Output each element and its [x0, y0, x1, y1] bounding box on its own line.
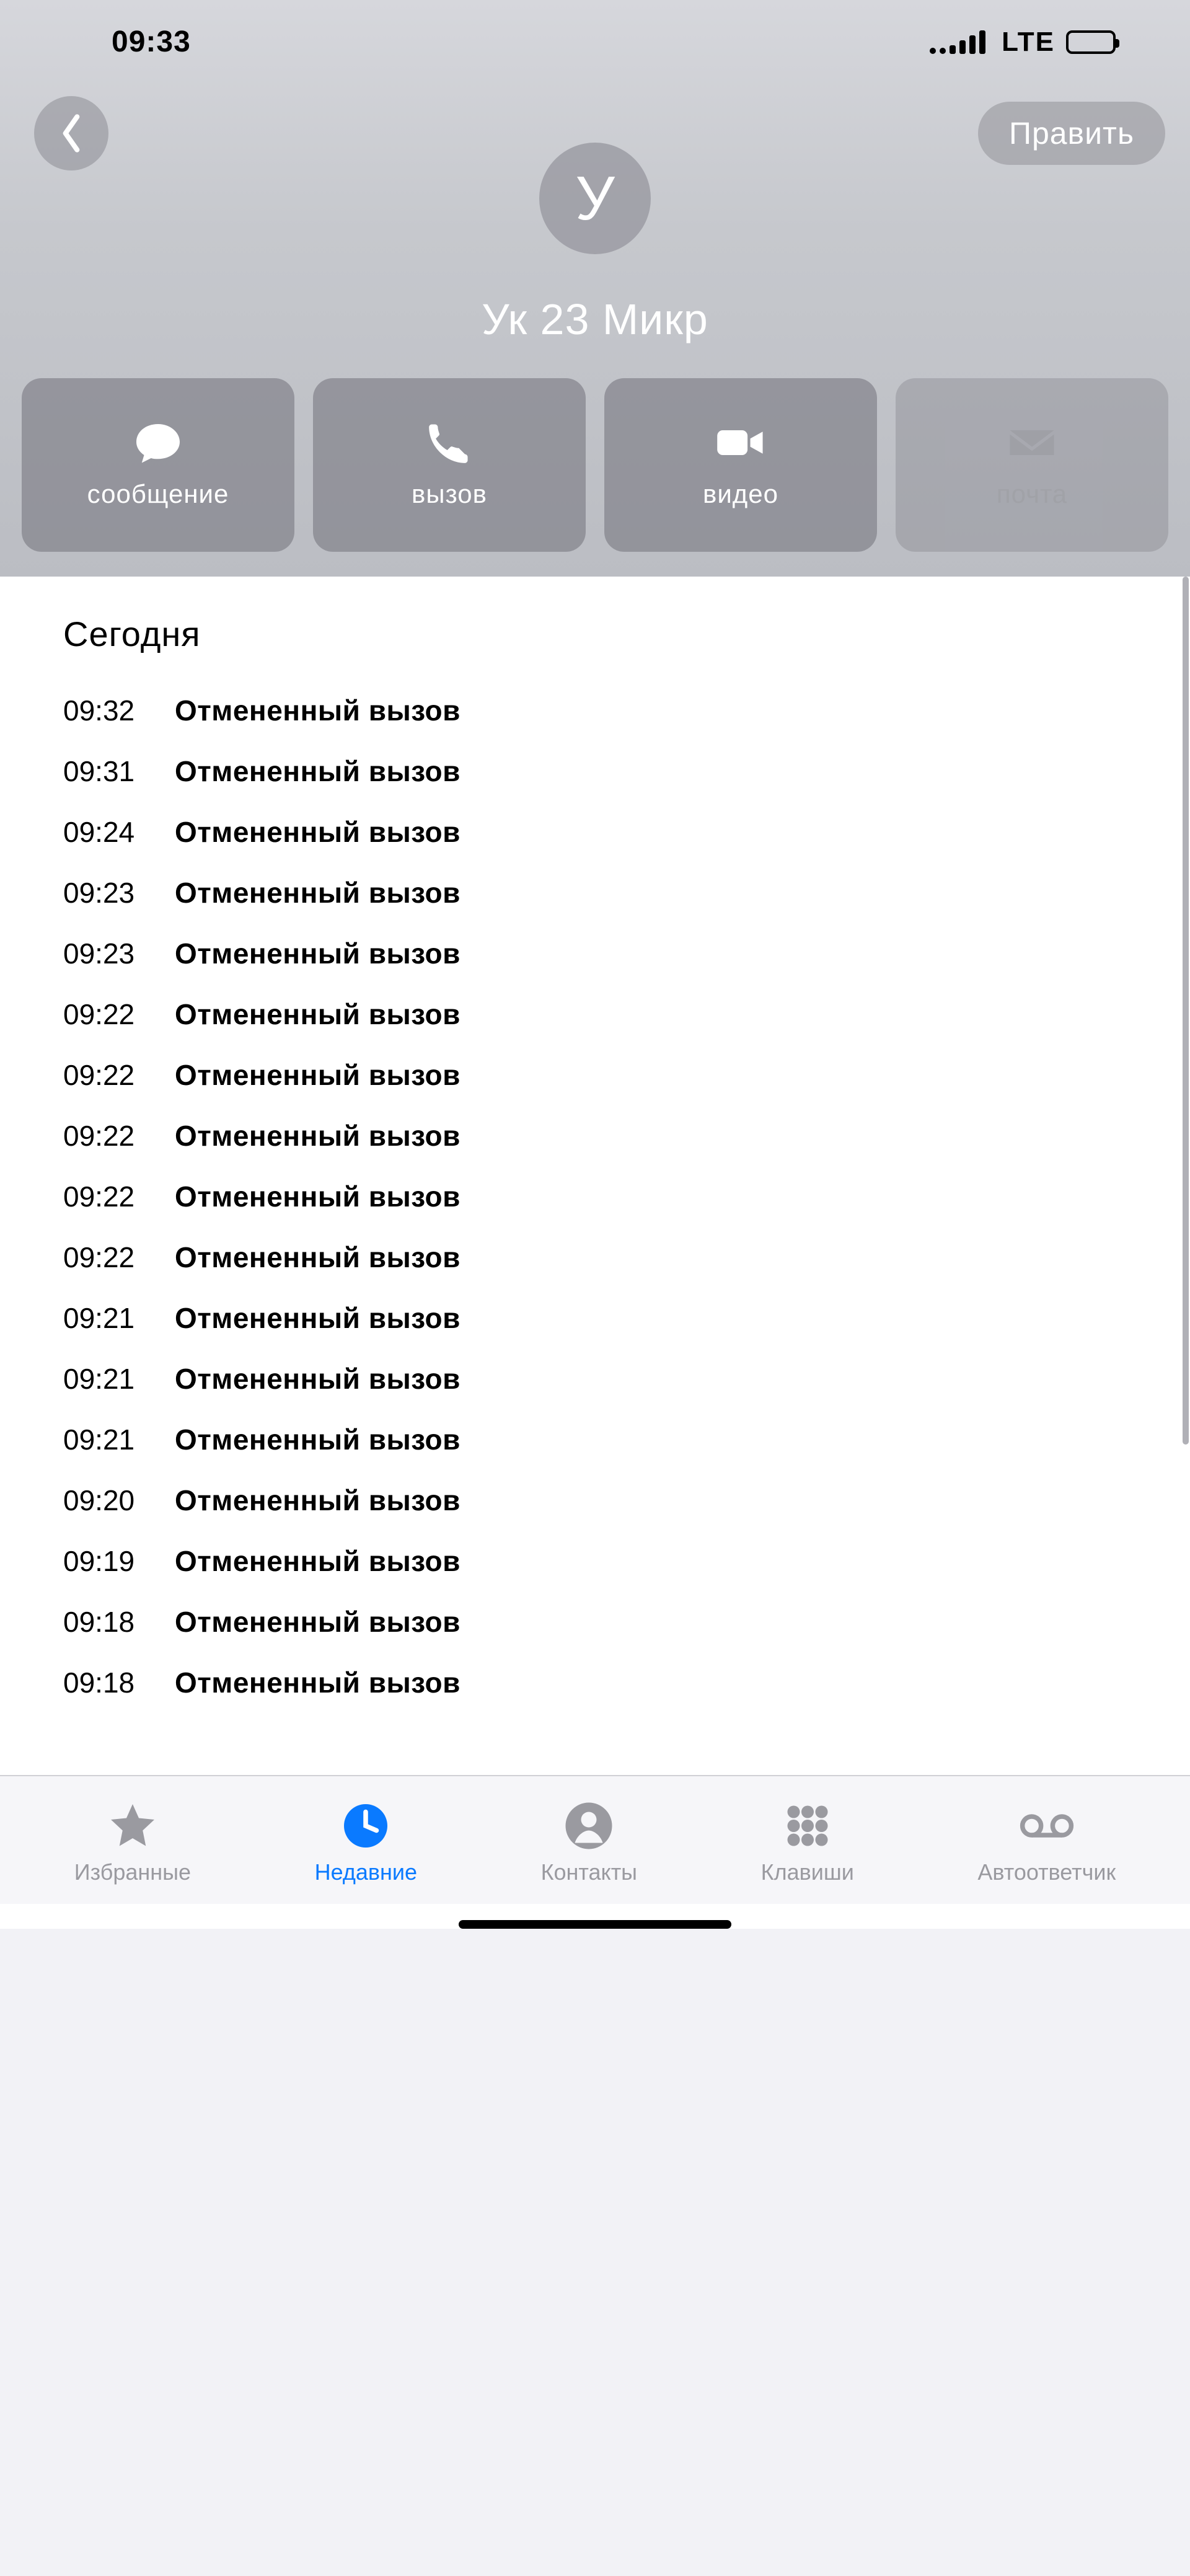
- mail-icon: [1007, 421, 1057, 464]
- call-time: 09:20: [63, 1484, 150, 1517]
- call-time: 09:21: [63, 1301, 150, 1335]
- call-time: 09:32: [63, 694, 150, 727]
- call-time: 09:22: [63, 998, 150, 1031]
- call-type: Отмененный вызов: [175, 1058, 461, 1092]
- star-icon: [105, 1801, 161, 1851]
- call-log-row[interactable]: 09:18 Отмененный вызов: [63, 1591, 1127, 1652]
- chevron-left-icon: [58, 113, 85, 153]
- call-type: Отмененный вызов: [175, 937, 461, 970]
- scroll-indicator[interactable]: [1183, 577, 1189, 1445]
- call-time: 09:22: [63, 1241, 150, 1274]
- call-log-row[interactable]: 09:31 Отмененный вызов: [63, 741, 1127, 802]
- network-label: LTE: [1002, 27, 1055, 58]
- tab-favorites[interactable]: Избранные: [74, 1801, 191, 1885]
- video-label: видео: [703, 479, 778, 509]
- call-log-row[interactable]: 09:21 Отмененный вызов: [63, 1348, 1127, 1409]
- call-time: 09:22: [63, 1180, 150, 1213]
- call-log-row[interactable]: 09:19 Отмененный вызов: [63, 1531, 1127, 1591]
- call-log-row[interactable]: 09:32 Отмененный вызов: [63, 680, 1127, 741]
- call-log-row[interactable]: 09:23 Отмененный вызов: [63, 862, 1127, 923]
- call-log-row[interactable]: 09:22 Отмененный вызов: [63, 1105, 1127, 1166]
- back-button[interactable]: [34, 96, 108, 170]
- call-type: Отмененный вызов: [175, 1241, 461, 1274]
- call-log-row[interactable]: 09:21 Отмененный вызов: [63, 1409, 1127, 1470]
- message-icon: [133, 421, 183, 464]
- call-type: Отмененный вызов: [175, 1301, 461, 1335]
- keypad-icon: [780, 1801, 835, 1851]
- status-bar: 09:33 LTE: [0, 0, 1190, 77]
- edit-button[interactable]: Править: [978, 102, 1165, 165]
- voicemail-icon: [1019, 1801, 1075, 1851]
- call-log-row[interactable]: 09:18 Отмененный вызов: [63, 1652, 1127, 1713]
- call-type: Отмененный вызов: [175, 1544, 461, 1578]
- person-icon: [561, 1801, 617, 1851]
- call-time: 09:31: [63, 755, 150, 788]
- call-time: 09:22: [63, 1058, 150, 1092]
- video-icon: [716, 421, 765, 464]
- call-time: 09:19: [63, 1544, 150, 1578]
- call-log-row[interactable]: 09:24 Отмененный вызов: [63, 802, 1127, 862]
- call-time: 09:23: [63, 876, 150, 910]
- call-type: Отмененный вызов: [175, 1423, 461, 1456]
- call-time: 09:22: [63, 1119, 150, 1153]
- call-label: вызов: [412, 479, 487, 509]
- call-type: Отмененный вызов: [175, 1362, 461, 1396]
- call-log-row[interactable]: 09:22 Отмененный вызов: [63, 1045, 1127, 1105]
- tab-favorites-label: Избранные: [74, 1859, 191, 1885]
- phone-icon: [425, 421, 474, 464]
- action-row: сообщение вызов видео почта: [0, 344, 1190, 552]
- call-type: Отмененный вызов: [175, 1605, 461, 1639]
- call-time: 09:21: [63, 1362, 150, 1396]
- call-time: 09:18: [63, 1666, 150, 1699]
- message-label: сообщение: [87, 479, 229, 509]
- call-type: Отмененный вызов: [175, 876, 461, 910]
- call-type: Отмененный вызов: [175, 1666, 461, 1699]
- tab-bar: Избранные Недавние Контакты Клавиши: [0, 1775, 1190, 1904]
- call-log-row[interactable]: 09:21 Отмененный вызов: [63, 1288, 1127, 1348]
- call-type: Отмененный вызов: [175, 1484, 461, 1517]
- call-log-row[interactable]: 09:23 Отмененный вызов: [63, 923, 1127, 984]
- call-log-row[interactable]: 09:22 Отмененный вызов: [63, 1166, 1127, 1227]
- call-type: Отмененный вызов: [175, 694, 461, 727]
- clock-icon: [338, 1801, 394, 1851]
- tab-voicemail[interactable]: Автоответчик: [977, 1801, 1116, 1885]
- call-type: Отмененный вызов: [175, 755, 461, 788]
- contact-header: 09:33 LTE Править У Ук 23 Микр: [0, 0, 1190, 577]
- call-button[interactable]: вызов: [313, 378, 586, 552]
- call-time: 09:18: [63, 1605, 150, 1639]
- contact-avatar[interactable]: У: [539, 143, 651, 254]
- battery-icon: [1066, 30, 1116, 54]
- status-indicators: LTE: [930, 27, 1116, 58]
- tab-recents-label: Недавние: [315, 1859, 417, 1885]
- call-time: 09:23: [63, 937, 150, 970]
- message-button[interactable]: сообщение: [22, 378, 294, 552]
- call-log-row[interactable]: 09:20 Отмененный вызов: [63, 1470, 1127, 1531]
- home-indicator[interactable]: [459, 1920, 731, 1929]
- phone-screen: 09:33 LTE Править У Ук 23 Микр: [0, 0, 1190, 1929]
- tab-voicemail-label: Автоответчик: [977, 1859, 1116, 1885]
- call-type: Отмененный вызов: [175, 998, 461, 1031]
- call-log-container: Сегодня 09:32 Отмененный вызов 09:31 Отмене…: [0, 577, 1190, 1738]
- call-log-list[interactable]: 09:32 Отмененный вызов 09:31 Отмененный выз…: [63, 680, 1127, 1713]
- tab-contacts-label: Контакты: [541, 1859, 638, 1885]
- tab-keypad[interactable]: Клавиши: [761, 1801, 854, 1885]
- call-log-row[interactable]: 09:22 Отмененный вызов: [63, 984, 1127, 1045]
- call-type: Отмененный вызов: [175, 1180, 461, 1213]
- call-time: 09:24: [63, 815, 150, 849]
- call-time: 09:21: [63, 1423, 150, 1456]
- call-type: Отмененный вызов: [175, 1119, 461, 1153]
- call-log-card: Сегодня 09:32 Отмененный вызов 09:31 Отмене…: [20, 577, 1170, 1738]
- mail-label: почта: [997, 479, 1067, 509]
- status-time: 09:33: [112, 25, 191, 59]
- section-title-today: Сегодня: [63, 614, 1127, 654]
- tab-keypad-label: Клавиши: [761, 1859, 854, 1885]
- call-type: Отмененный вызов: [175, 815, 461, 849]
- signal-icon: [930, 30, 985, 54]
- call-log-row[interactable]: 09:22 Отмененный вызов: [63, 1227, 1127, 1288]
- mail-button: почта: [896, 378, 1168, 552]
- tab-recents[interactable]: Недавние: [315, 1801, 417, 1885]
- contact-name: Ук 23 Микр: [0, 294, 1190, 344]
- tab-contacts[interactable]: Контакты: [541, 1801, 638, 1885]
- video-button[interactable]: видео: [604, 378, 877, 552]
